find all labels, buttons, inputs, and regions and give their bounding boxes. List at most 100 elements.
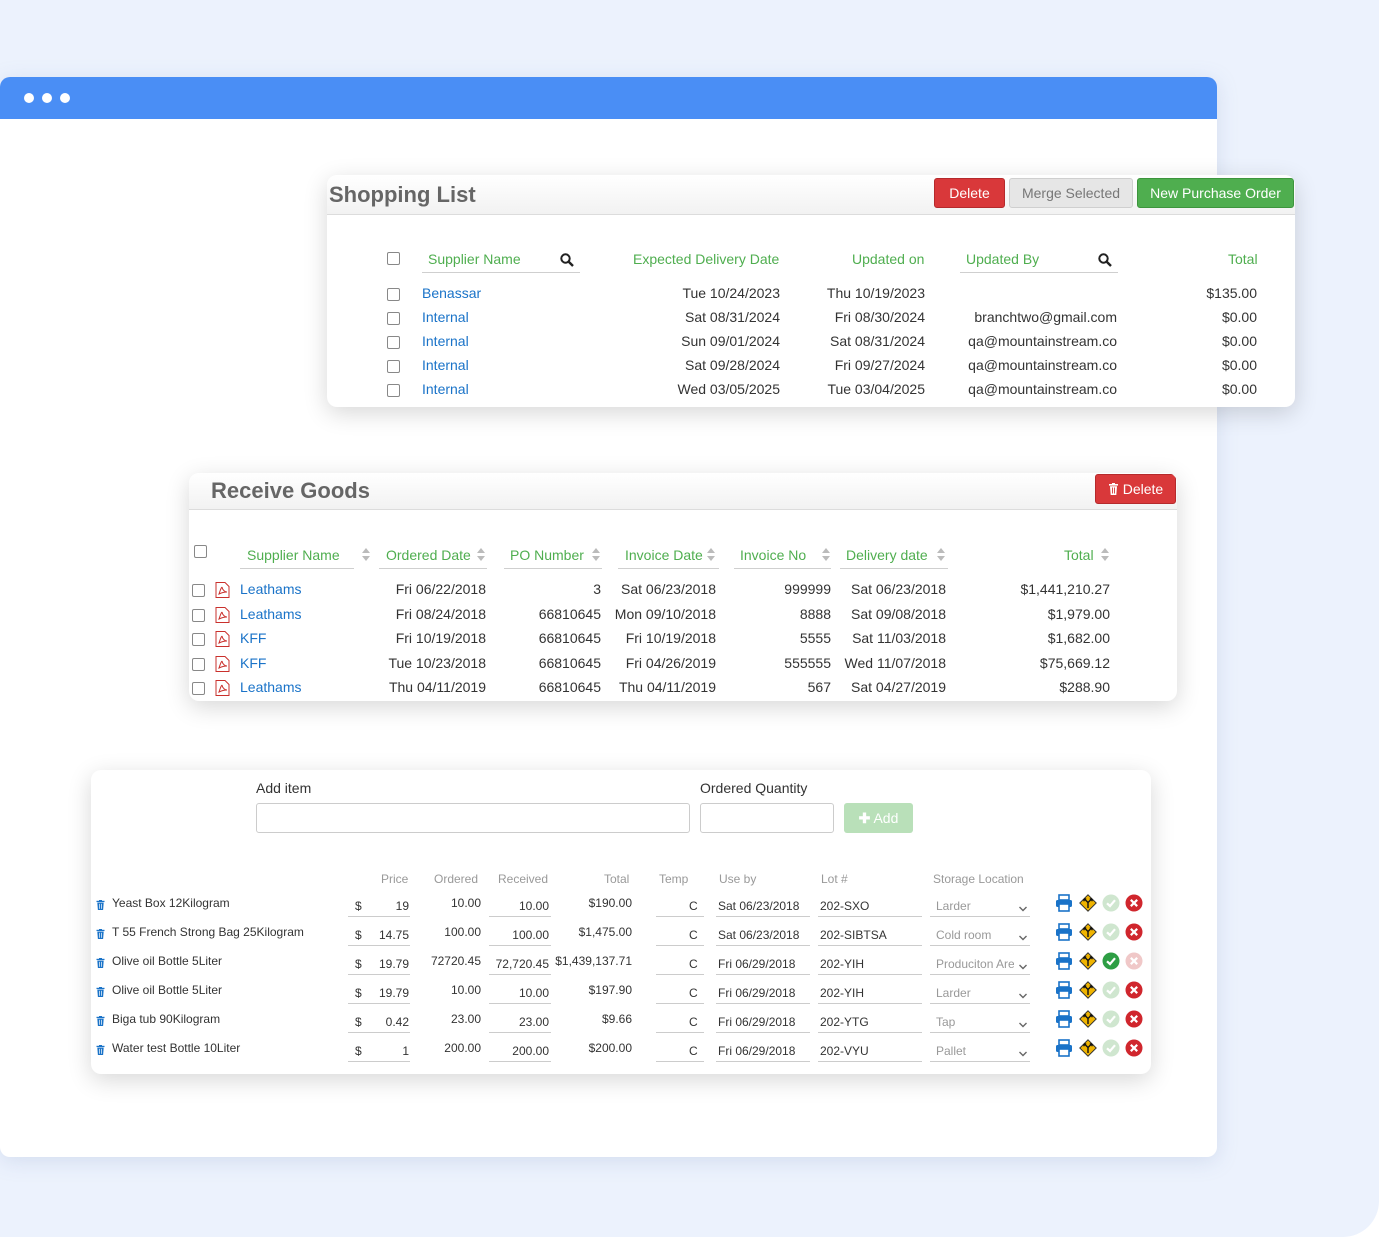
split-icon[interactable] <box>1079 1039 1097 1057</box>
pdf-icon[interactable] <box>215 606 230 623</box>
temp-input[interactable]: C <box>689 899 698 913</box>
temp-input[interactable]: C <box>689 928 698 942</box>
ordered-quantity-input[interactable] <box>700 803 834 833</box>
hdr-invoice-no[interactable]: Invoice No <box>740 547 806 563</box>
lot-input[interactable]: 202-SXO <box>820 899 869 913</box>
confirm-icon[interactable] <box>1102 952 1120 970</box>
use-by-input[interactable]: Sat 06/23/2018 <box>718 899 799 913</box>
hdr-updated-on[interactable]: Updated on <box>852 251 924 267</box>
lot-input[interactable]: 202-YIH <box>820 957 864 971</box>
storage-location-select[interactable]: Larder <box>936 986 1014 1000</box>
print-icon[interactable] <box>1055 952 1073 970</box>
storage-location-select[interactable]: Larder <box>936 899 1014 913</box>
hdr-ordered-date[interactable]: Ordered Date <box>386 547 471 563</box>
supplier-link[interactable]: Internal <box>422 357 469 373</box>
sort-icon[interactable] <box>822 548 830 562</box>
temp-input[interactable]: C <box>689 1044 698 1058</box>
remove-icon[interactable] <box>1125 952 1143 970</box>
split-icon[interactable] <box>1079 923 1097 941</box>
received-input[interactable]: 10.00 <box>489 899 549 913</box>
sort-icon[interactable] <box>592 548 600 562</box>
supplier-link[interactable]: Leathams <box>240 679 301 695</box>
print-icon[interactable] <box>1055 1039 1073 1057</box>
sort-icon[interactable] <box>937 548 945 562</box>
sort-icon[interactable] <box>1101 548 1109 562</box>
price-input[interactable]: 1 <box>361 1044 409 1058</box>
hdr-delivery-date[interactable]: Delivery date <box>846 547 928 563</box>
delete-button[interactable]: Delete <box>934 178 1005 208</box>
row-checkbox[interactable] <box>192 657 205 671</box>
pdf-icon[interactable] <box>215 582 230 598</box>
trash-icon[interactable] <box>96 984 106 997</box>
received-input[interactable]: 200.00 <box>489 1044 549 1058</box>
price-input[interactable]: 19.79 <box>361 957 409 971</box>
trash-icon[interactable] <box>96 926 106 939</box>
received-input[interactable]: 100.00 <box>489 928 549 942</box>
hdr-invoice-date[interactable]: Invoice Date <box>625 547 703 563</box>
search-icon[interactable] <box>1098 253 1112 267</box>
use-by-input[interactable]: Fri 06/29/2018 <box>718 1044 795 1058</box>
confirm-icon[interactable] <box>1102 923 1120 941</box>
price-input[interactable]: 19 <box>361 899 409 913</box>
pdf-icon[interactable] <box>215 655 230 672</box>
price-input[interactable]: 0.42 <box>361 1015 409 1029</box>
confirm-icon[interactable] <box>1102 1039 1120 1057</box>
storage-location-select[interactable]: Produciton Area <box>936 957 1014 971</box>
sort-icon[interactable] <box>477 548 485 562</box>
remove-icon[interactable] <box>1125 1010 1143 1028</box>
row-checkbox[interactable] <box>387 312 400 325</box>
add-item-input[interactable] <box>256 803 690 833</box>
supplier-link[interactable]: Internal <box>422 309 469 325</box>
storage-location-select[interactable]: Tap <box>936 1015 1014 1029</box>
trash-icon[interactable] <box>96 1042 106 1055</box>
lot-input[interactable]: 202-YIH <box>820 986 864 1000</box>
confirm-icon[interactable] <box>1102 981 1120 999</box>
lot-input[interactable]: 202-VYU <box>820 1044 869 1058</box>
print-icon[interactable] <box>1055 981 1073 999</box>
remove-icon[interactable] <box>1125 923 1143 941</box>
supplier-link[interactable]: Benassar <box>422 285 481 301</box>
confirm-icon[interactable] <box>1102 1010 1120 1028</box>
received-input[interactable]: 23.00 <box>489 1015 549 1029</box>
hdr-supplier-name[interactable]: Supplier Name <box>428 251 521 267</box>
remove-icon[interactable] <box>1125 981 1143 999</box>
hdr-po-number[interactable]: PO Number <box>510 547 584 563</box>
split-icon[interactable] <box>1079 1010 1097 1028</box>
pdf-icon[interactable] <box>215 631 230 647</box>
price-input[interactable]: 19.79 <box>361 986 409 1000</box>
hdr-total[interactable]: Total <box>1064 547 1094 563</box>
supplier-link[interactable]: KFF <box>240 655 266 671</box>
row-checkbox[interactable] <box>192 584 205 597</box>
supplier-link[interactable]: Internal <box>422 381 469 397</box>
row-checkbox[interactable] <box>192 633 205 646</box>
add-button[interactable]: ✚ Add <box>844 803 913 833</box>
new-purchase-order-button[interactable]: New Purchase Order <box>1137 178 1294 208</box>
row-checkbox[interactable] <box>387 360 400 373</box>
use-by-input[interactable]: Fri 06/29/2018 <box>718 986 795 1000</box>
search-icon[interactable] <box>560 253 574 267</box>
sort-icon[interactable] <box>362 548 370 562</box>
supplier-link[interactable]: Leathams <box>240 581 301 597</box>
print-icon[interactable] <box>1055 894 1073 912</box>
sort-icon[interactable] <box>707 548 715 562</box>
merge-selected-button[interactable]: Merge Selected <box>1009 178 1133 208</box>
split-icon[interactable] <box>1079 981 1097 999</box>
remove-icon[interactable] <box>1125 894 1143 912</box>
use-by-input[interactable]: Fri 06/29/2018 <box>718 1015 795 1029</box>
trash-icon[interactable] <box>96 897 106 910</box>
hdr-updated-by[interactable]: Updated By <box>966 251 1039 267</box>
supplier-link[interactable]: Internal <box>422 333 469 349</box>
use-by-input[interactable]: Fri 06/29/2018 <box>718 957 795 971</box>
price-input[interactable]: 14.75 <box>361 928 409 942</box>
confirm-icon[interactable] <box>1102 894 1120 912</box>
storage-location-select[interactable]: Cold room <box>936 928 1014 942</box>
row-checkbox[interactable] <box>387 384 400 397</box>
received-input[interactable]: 72,720.45 <box>489 957 549 971</box>
supplier-link[interactable]: Leathams <box>240 606 301 622</box>
hdr-expected-delivery[interactable]: Expected Delivery Date <box>633 251 779 267</box>
remove-icon[interactable] <box>1125 1039 1143 1057</box>
split-icon[interactable] <box>1079 894 1097 912</box>
hdr-total[interactable]: Total <box>1228 251 1258 267</box>
row-checkbox[interactable] <box>192 682 205 695</box>
temp-input[interactable]: C <box>689 986 698 1000</box>
